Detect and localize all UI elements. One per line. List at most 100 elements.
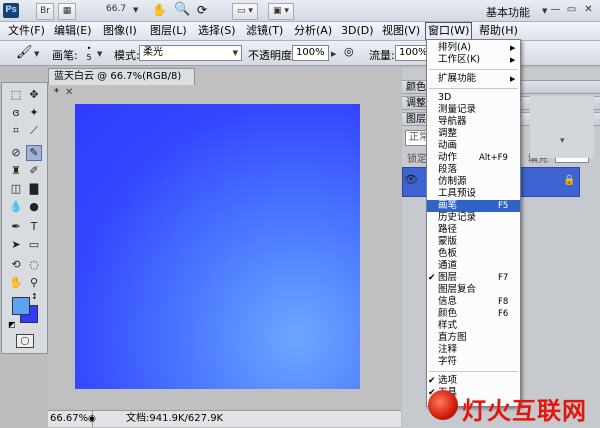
- document-tab[interactable]: 蓝天白云 @ 66.7%(RGB/8) * ✕: [48, 68, 195, 98]
- menu-select[interactable]: 选择(S): [196, 23, 238, 39]
- menu-edit[interactable]: 编辑(E): [52, 23, 94, 39]
- blend-mode-select[interactable]: 柔光 ▼: [139, 45, 242, 61]
- menu-3d[interactable]: 3D(D): [339, 23, 376, 39]
- menu-file[interactable]: 文件(F): [6, 23, 47, 39]
- gradient-tool-icon[interactable]: ▇: [26, 181, 42, 197]
- window-menu-item[interactable]: 扩展功能 ▶: [427, 73, 520, 85]
- marquee-tool-icon[interactable]: ⬚: [8, 87, 24, 103]
- mini-bridge-button[interactable]: ▦: [58, 3, 76, 20]
- bridge-button[interactable]: Br: [36, 3, 54, 20]
- chevron-down-icon: ▼: [232, 49, 238, 57]
- crop-tool-icon[interactable]: ⌗: [8, 123, 24, 139]
- menu-window[interactable]: 窗口(W): [425, 22, 473, 40]
- menu-image[interactable]: 图像(I): [101, 23, 139, 39]
- lasso-tool-icon[interactable]: ɞ: [8, 105, 24, 121]
- healing-brush-icon[interactable]: ⊘: [8, 145, 24, 161]
- menu-analysis[interactable]: 分析(A): [292, 23, 334, 39]
- window-menu-item[interactable]: 颜色 F6: [427, 308, 520, 320]
- opacity-slider-icon[interactable]: ▶: [331, 50, 336, 58]
- close-icon[interactable]: ✕: [581, 3, 596, 17]
- brush-tool-selected-icon[interactable]: ✎: [26, 145, 42, 161]
- window-menu-item[interactable]: 蒙版: [427, 236, 520, 248]
- opacity-label: 不透明度:: [248, 49, 296, 62]
- zoom-icon[interactable]: ⚲: [26, 275, 42, 291]
- layer-visibility-eye-icon[interactable]: 👁: [404, 173, 418, 186]
- rotate-view-icon[interactable]: ⟳: [197, 3, 207, 17]
- window-menu-item[interactable]: 工作区(K) ▶: [427, 54, 520, 66]
- window-menu-item[interactable]: 注释: [427, 344, 520, 356]
- menu-layer[interactable]: 图层(L): [148, 23, 189, 39]
- history-brush-icon[interactable]: ✐: [26, 163, 42, 179]
- tool-preset-dropdown-icon[interactable]: ▼: [34, 50, 39, 58]
- foreground-color-swatch[interactable]: [12, 297, 30, 315]
- window-menu-item[interactable]: 字符: [427, 356, 520, 368]
- pressure-opacity-icon[interactable]: ◎: [344, 45, 354, 58]
- minimize-icon[interactable]: —: [548, 3, 563, 17]
- window-menu-item[interactable]: 通道: [427, 260, 520, 272]
- window-menu-item[interactable]: 工具预设: [427, 188, 520, 200]
- dodge-tool-icon[interactable]: ●: [26, 199, 42, 215]
- adjustments-panel-tab[interactable]: 调整: [406, 98, 426, 109]
- zoom-level[interactable]: 66.7: [106, 4, 126, 14]
- default-colors-icon[interactable]: ◩: [8, 320, 16, 329]
- shape-tool-icon[interactable]: ▭: [26, 237, 42, 253]
- hand-tool-icon[interactable]: ✋: [152, 3, 167, 17]
- brush-preview[interactable]: • 5: [84, 44, 94, 62]
- window-menu-item-brush[interactable]: 画笔 F5: [427, 200, 520, 212]
- screen-mode-button[interactable]: ▣ ▾: [268, 3, 294, 20]
- quick-mask-icon[interactable]: ◯: [16, 334, 34, 348]
- opacity-dropdown-icon[interactable]: ▾: [560, 136, 565, 146]
- path-selection-icon[interactable]: ➤: [8, 237, 24, 253]
- window-menu-item[interactable]: 动画: [427, 140, 520, 152]
- menu-view[interactable]: 视图(V): [380, 23, 422, 39]
- type-tool-icon[interactable]: T: [26, 219, 42, 235]
- window-menu-item[interactable]: 历史记录: [427, 212, 520, 224]
- hand-icon[interactable]: ✋: [8, 275, 24, 291]
- window-menu-item[interactable]: 导航器: [427, 116, 520, 128]
- workspace-dropdown-icon[interactable]: ▼: [542, 7, 547, 15]
- brush-picker-dropdown-icon[interactable]: ▼: [97, 50, 102, 58]
- window-menu-item[interactable]: 色板: [427, 248, 520, 260]
- clone-stamp-icon[interactable]: ♜: [8, 163, 24, 179]
- brush-tool-icon[interactable]: 🖌: [16, 45, 33, 60]
- image-canvas[interactable]: [75, 104, 360, 389]
- zoom-status[interactable]: 66.67%: [50, 411, 94, 427]
- window-menu-item[interactable]: 测量记录: [427, 104, 520, 116]
- 3d-rotate-icon[interactable]: ⟲: [8, 257, 24, 273]
- swap-colors-icon[interactable]: ↕: [31, 292, 38, 301]
- window-menu-item[interactable]: 信息 F8: [427, 296, 520, 308]
- layers-panel-tab[interactable]: 图层: [406, 114, 426, 125]
- window-menu-item[interactable]: 样式: [427, 320, 520, 332]
- zoom-dropdown-icon[interactable]: ▼: [133, 6, 138, 14]
- move-tool-icon[interactable]: ✥: [26, 87, 42, 103]
- menu-filter[interactable]: 滤镜(T): [244, 23, 285, 39]
- status-options-icon[interactable]: ◉: [88, 411, 96, 427]
- eyedropper-tool-icon[interactable]: ⟋: [26, 123, 42, 139]
- window-menu-item[interactable]: 调整: [427, 128, 520, 140]
- window-menu-item[interactable]: 路径: [427, 224, 520, 236]
- panel-background: [530, 96, 594, 158]
- window-menu-item[interactable]: 直方图: [427, 332, 520, 344]
- window-menu-item[interactable]: 图层复合: [427, 284, 520, 296]
- eraser-tool-icon[interactable]: ◫: [8, 181, 24, 197]
- window-menu-item[interactable]: 排列(A) ▶: [427, 42, 520, 54]
- window-menu-item-layers[interactable]: ✔ 图层 F7: [427, 272, 520, 284]
- window-menu-item[interactable]: 3D: [427, 92, 520, 104]
- workspace-label[interactable]: 基本功能: [486, 4, 530, 20]
- pen-tool-icon[interactable]: ✒: [8, 219, 24, 235]
- close-document-icon[interactable]: ✕: [65, 87, 73, 98]
- restore-icon[interactable]: ▭: [564, 3, 579, 17]
- menu-help[interactable]: 帮助(H): [477, 23, 520, 39]
- 3d-orbit-icon[interactable]: ◌: [26, 257, 42, 273]
- window-menu-item[interactable]: 段落: [427, 164, 520, 176]
- color-panel-tab[interactable]: 颜色: [406, 82, 426, 93]
- blur-tool-icon[interactable]: 💧: [8, 199, 24, 215]
- photoshop-logo: Ps: [3, 3, 19, 18]
- arrange-documents-button[interactable]: ▭ ▾: [232, 3, 258, 20]
- window-menu-item[interactable]: 动作 Alt+F9: [427, 152, 520, 164]
- magic-wand-icon[interactable]: ✦: [26, 105, 42, 121]
- window-menu-item[interactable]: 仿制源: [427, 176, 520, 188]
- opacity-field[interactable]: 100%: [292, 45, 329, 61]
- window-menu-item-options[interactable]: ✔ 选项: [427, 375, 520, 387]
- zoom-tool-icon[interactable]: 🔍: [174, 2, 190, 17]
